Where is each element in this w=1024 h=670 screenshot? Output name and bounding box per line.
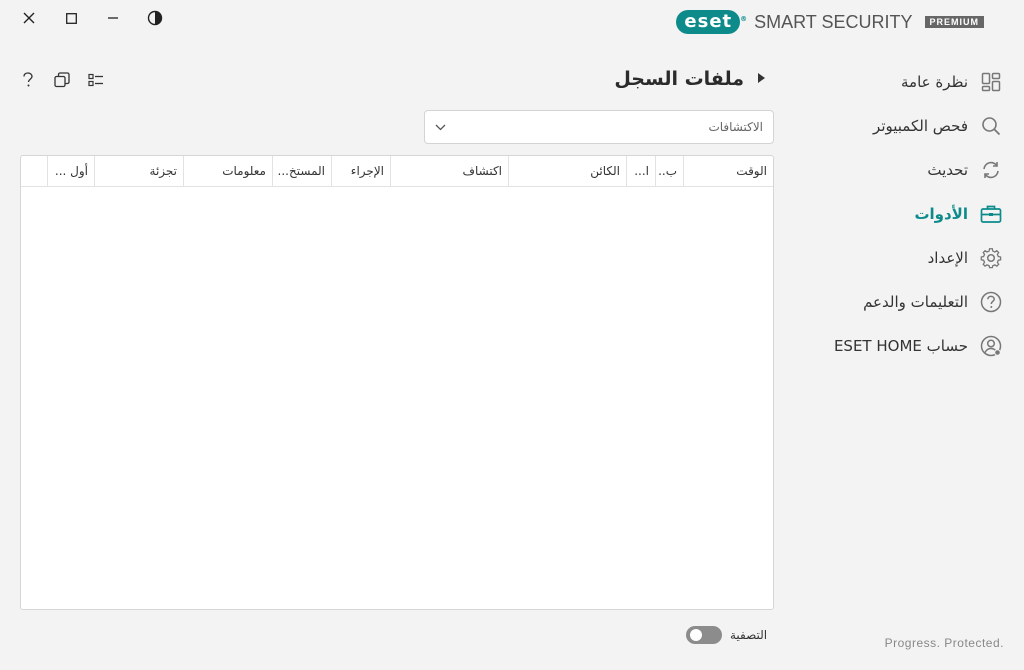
sidebar-item-setup[interactable]: الإعداد bbox=[804, 236, 1024, 280]
edition-badge: PREMIUM bbox=[924, 16, 984, 28]
close-icon bbox=[23, 12, 35, 24]
gear-icon bbox=[980, 247, 1002, 269]
status-tagline: Progress. Protected. bbox=[884, 636, 1004, 650]
page-title: ملفات السجل bbox=[614, 68, 744, 90]
page-header: ملفات السجل bbox=[614, 68, 766, 90]
search-icon bbox=[980, 115, 1002, 137]
table-header: الوقت ب.. ا... الكائن اكتشاف الإجراء الم… bbox=[21, 156, 773, 187]
log-table[interactable]: الوقت ب.. ا... الكائن اكتشاف الإجراء الم… bbox=[20, 155, 774, 610]
filter-label: التصفية bbox=[730, 628, 768, 642]
list-view-icon bbox=[88, 73, 103, 87]
column-header-information[interactable]: معلومات bbox=[183, 156, 272, 186]
column-header-first[interactable]: أول ... bbox=[47, 156, 94, 186]
filter-toggle[interactable] bbox=[686, 626, 722, 644]
column-header-user[interactable]: المستخ... bbox=[272, 156, 331, 186]
minimize-button[interactable] bbox=[92, 6, 134, 30]
log-type-dropdown[interactable]: الاكتشافات bbox=[424, 110, 774, 144]
sidebar-item-label: تحديث bbox=[927, 161, 968, 179]
sidebar-item-scan[interactable]: فحص الكمبيوتر bbox=[804, 104, 1024, 148]
sidebar-item-label: الأدوات bbox=[914, 205, 968, 223]
dropdown-selected-value: الاكتشافات bbox=[708, 120, 763, 134]
minimize-icon bbox=[108, 17, 118, 19]
copy-icon bbox=[54, 72, 70, 88]
close-button[interactable] bbox=[8, 6, 50, 30]
column-header-b[interactable]: ب.. bbox=[655, 156, 683, 186]
toolbox-icon bbox=[980, 203, 1002, 225]
copy-button[interactable] bbox=[52, 70, 72, 90]
filter-control: التصفية bbox=[686, 626, 767, 644]
sidebar-item-help[interactable]: التعليمات والدعم bbox=[804, 280, 1024, 324]
help-icon bbox=[980, 291, 1002, 313]
maximize-button[interactable] bbox=[50, 6, 92, 30]
refresh-icon bbox=[980, 159, 1002, 181]
sidebar-item-update[interactable]: تحديث bbox=[804, 148, 1024, 192]
sidebar: نظرة عامة فحص الكمبيوتر تحديث الأدوات ال… bbox=[804, 60, 1024, 368]
question-icon bbox=[23, 72, 33, 87]
sidebar-item-label: فحص الكمبيوتر bbox=[873, 117, 968, 135]
sidebar-item-overview[interactable]: نظرة عامة bbox=[804, 60, 1024, 104]
chevron-down-icon bbox=[435, 121, 446, 134]
dashboard-icon bbox=[980, 71, 1002, 93]
toggle-knob bbox=[690, 629, 702, 641]
view-options-button[interactable] bbox=[86, 70, 106, 90]
column-header-hash[interactable]: تجزئة bbox=[94, 156, 183, 186]
sidebar-item-label: حساب ESET HOME bbox=[833, 337, 968, 355]
back-arrow-icon[interactable] bbox=[756, 72, 766, 87]
account-icon bbox=[980, 335, 1002, 357]
sidebar-item-label: الإعداد bbox=[927, 249, 968, 267]
sidebar-item-eset-home[interactable]: حساب ESET HOME bbox=[804, 324, 1024, 368]
brand-logo: eset ® SMART SECURITY PREMIUM bbox=[676, 10, 984, 34]
sidebar-item-tools[interactable]: الأدوات bbox=[804, 192, 1024, 236]
column-header-a[interactable]: ا... bbox=[626, 156, 655, 186]
toolbar bbox=[18, 70, 106, 90]
column-header-detection[interactable]: اكتشاف bbox=[390, 156, 508, 186]
window-controls bbox=[8, 6, 176, 30]
product-name: SMART SECURITY bbox=[754, 11, 913, 32]
eset-logo: eset ® bbox=[676, 10, 747, 34]
theme-toggle-button[interactable] bbox=[134, 6, 176, 30]
column-header-spacer bbox=[21, 156, 47, 186]
sidebar-item-label: نظرة عامة bbox=[901, 73, 968, 91]
help-button[interactable] bbox=[18, 70, 38, 90]
contrast-icon bbox=[147, 10, 163, 26]
maximize-icon bbox=[65, 12, 77, 24]
column-header-action[interactable]: الإجراء bbox=[331, 156, 390, 186]
column-header-time[interactable]: الوقت bbox=[683, 156, 773, 186]
sidebar-item-label: التعليمات والدعم bbox=[863, 293, 968, 311]
column-header-object[interactable]: الكائن bbox=[508, 156, 626, 186]
